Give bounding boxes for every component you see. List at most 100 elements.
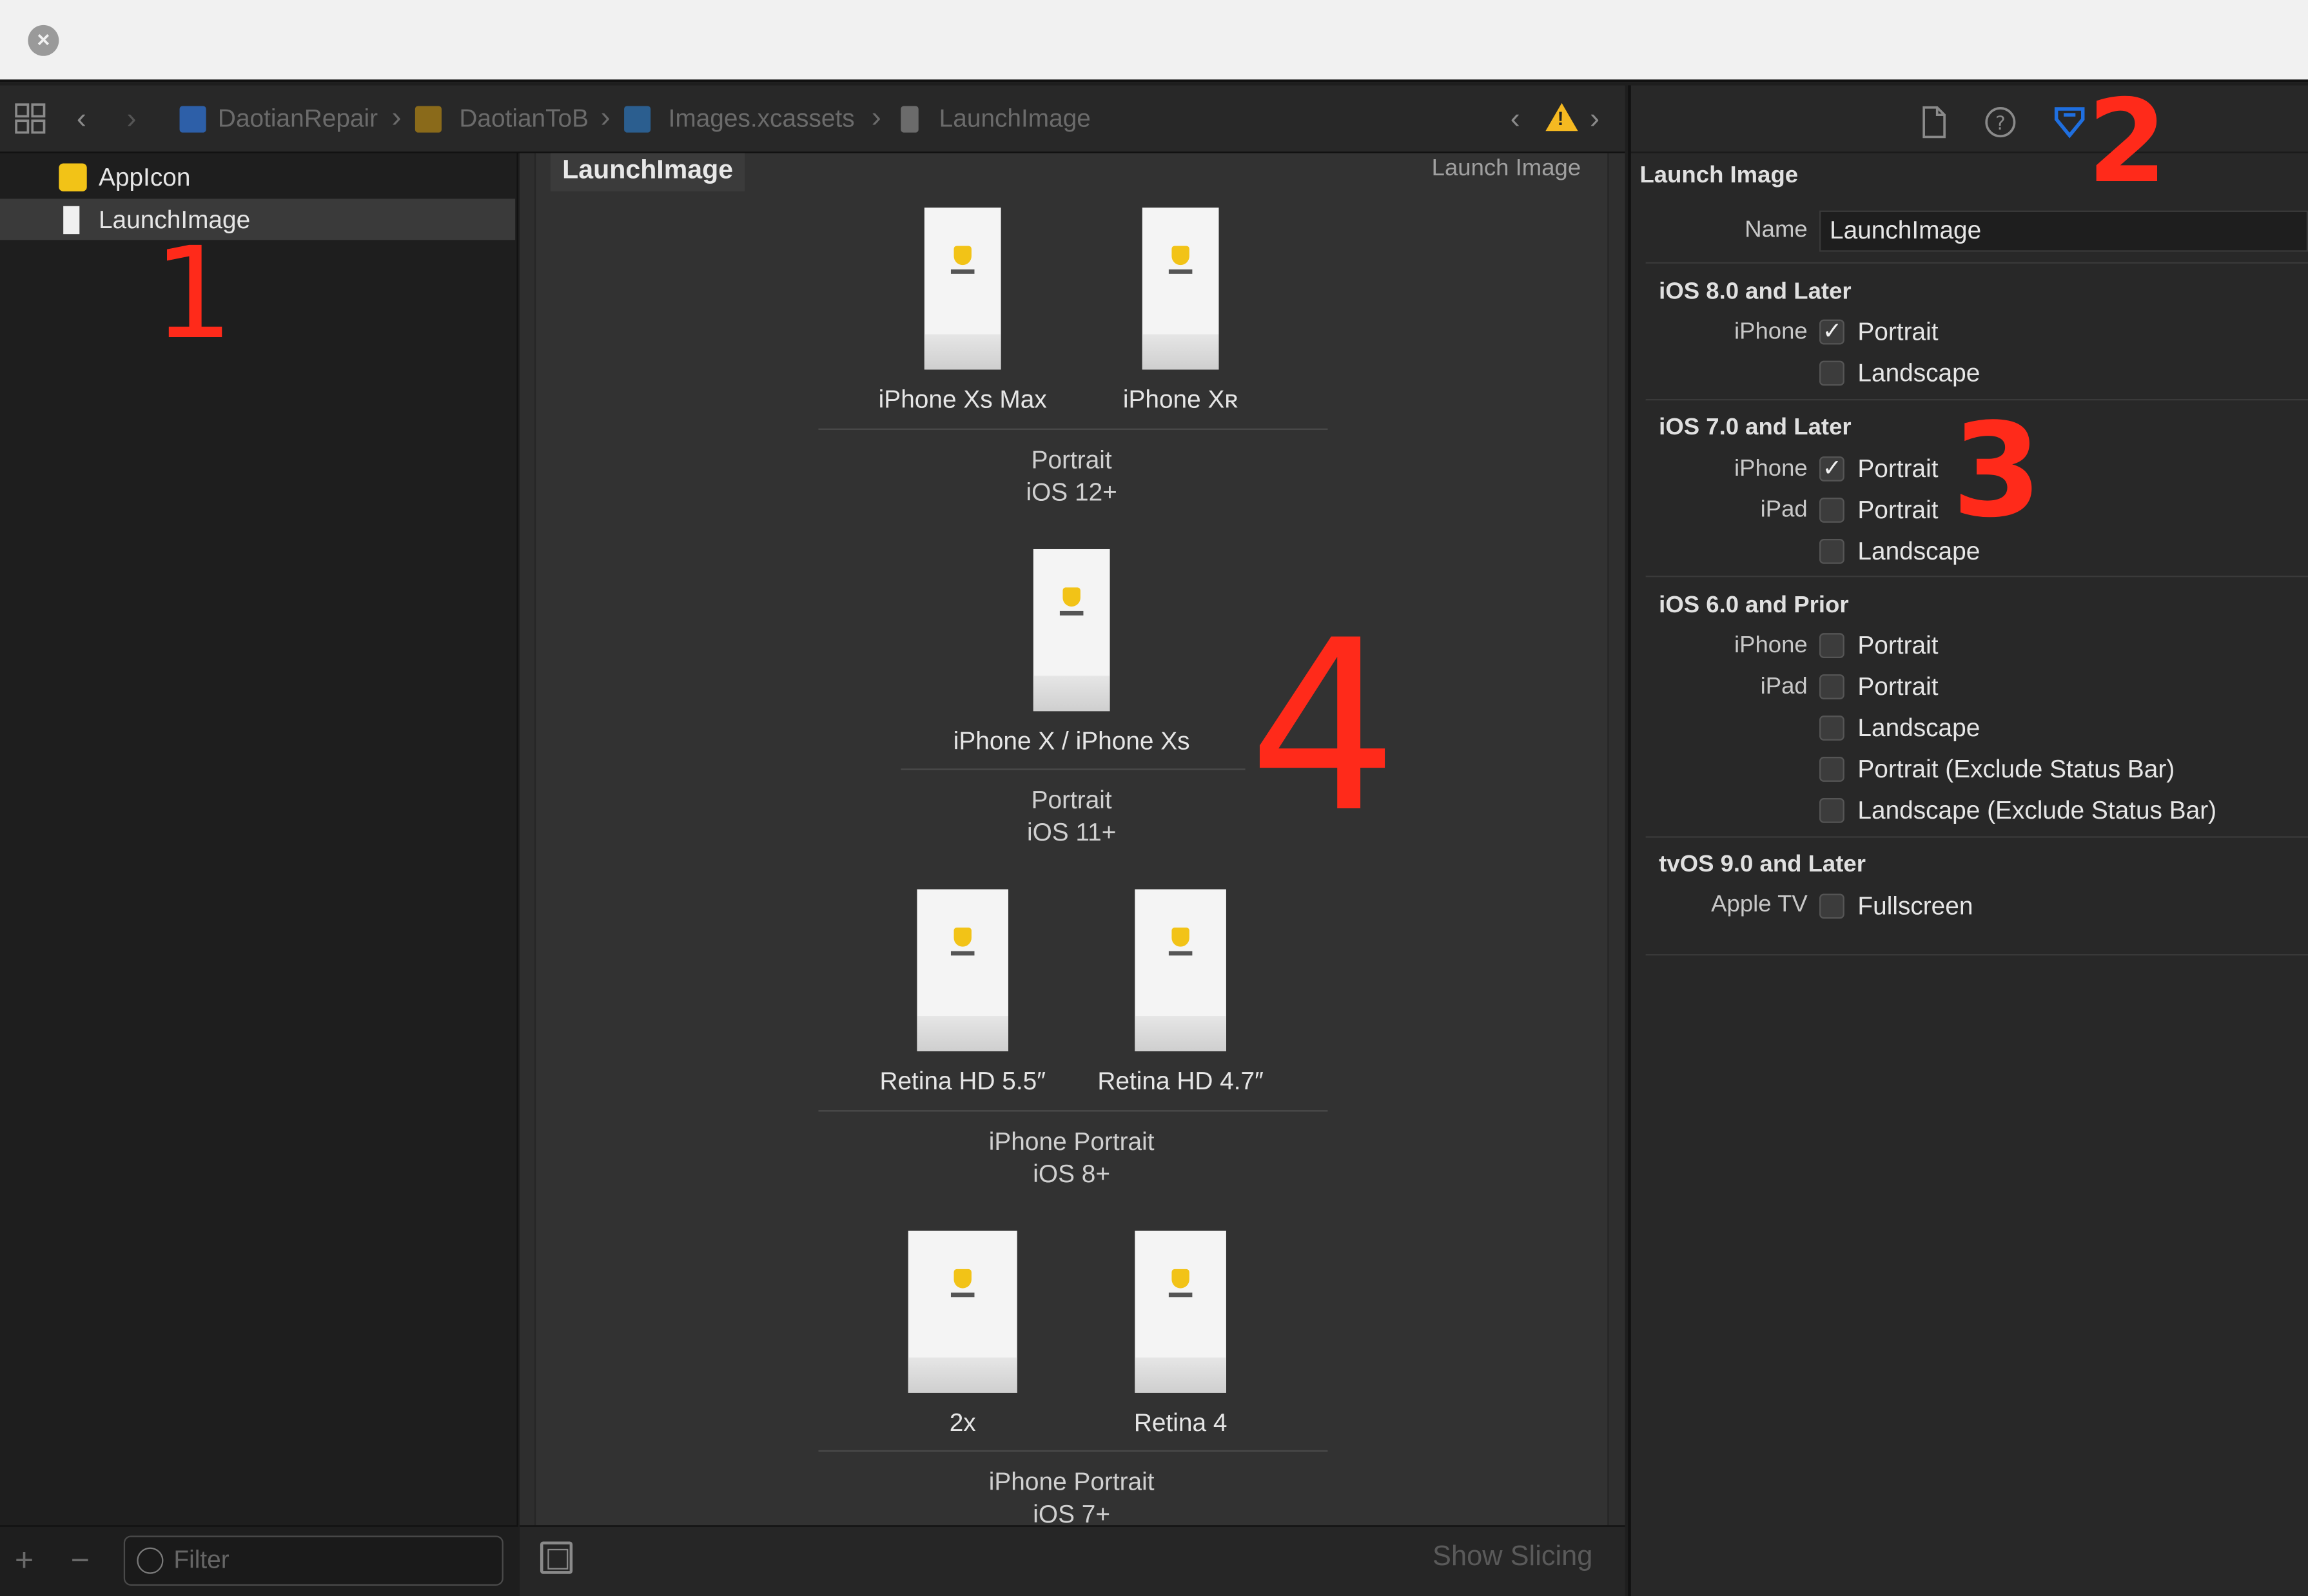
grid-icon[interactable] <box>15 103 47 143</box>
ios6-landscape-exclude-status-bar-checkbox[interactable] <box>1819 797 1844 823</box>
device-label: Apple TV <box>1711 892 1808 917</box>
group-label: iPhone Portrait iOS 7+ <box>988 1468 1155 1528</box>
option-label: Fullscreen <box>1857 892 1973 920</box>
slot-label: iPhone Xʀ <box>1122 385 1238 414</box>
breadcrumb-assets[interactable]: Images.xcassets <box>669 104 855 134</box>
ios6-landscape-checkbox[interactable] <box>1819 715 1844 741</box>
ios8-iphone-portrait-checkbox[interactable] <box>1819 316 1844 346</box>
slot-label: Retina HD 4.7″ <box>1097 1067 1264 1096</box>
name-label: Name <box>1745 218 1808 243</box>
device-label: iPhone <box>1734 633 1808 658</box>
attributes-icon[interactable] <box>2052 106 2085 139</box>
section-title: iOS 6.0 and Prior <box>1659 593 1849 619</box>
attributes-inspector: ? <box>1628 85 2308 1596</box>
window-title-bar: × <box>0 0 2308 83</box>
asset-navigator: AppIcon LaunchImage + − Filter <box>0 153 518 1596</box>
ios8-landscape-checkbox[interactable] <box>1819 360 1844 386</box>
name-field[interactable]: LaunchImage <box>1819 210 2308 252</box>
help-icon[interactable]: ? <box>1984 106 2016 138</box>
image-slot-retina-hd-5-5[interactable] <box>917 889 1008 1051</box>
slot-label: Retina 4 <box>1133 1408 1227 1437</box>
slot-label: Retina HD 5.5″ <box>879 1067 1046 1096</box>
filter-icon <box>137 1547 164 1574</box>
slices-icon[interactable] <box>540 1541 573 1574</box>
filter-field[interactable]: Filter <box>123 1535 504 1586</box>
back-icon[interactable]: ‹ <box>77 103 86 135</box>
option-label: Landscape (Exclude Status Bar) <box>1857 796 2217 825</box>
breadcrumb-separator: › <box>391 101 402 134</box>
previous-issue-icon[interactable]: ‹ <box>1511 103 1520 135</box>
ios6-portrait-exclude-status-bar-checkbox[interactable] <box>1819 757 1844 782</box>
image-slot-iphone-x[interactable] <box>1033 549 1110 712</box>
device-label: iPad <box>1760 674 1808 699</box>
group-label: iPhone Portrait iOS 8+ <box>988 1127 1155 1189</box>
asset-catalog-icon <box>624 106 651 133</box>
show-slicing-button[interactable]: Show Slicing <box>1433 1541 1592 1573</box>
option-label: Portrait <box>1857 631 1939 660</box>
image-slot-iphone-xr[interactable] <box>1142 208 1219 370</box>
add-icon[interactable]: + <box>15 1541 34 1579</box>
option-label: Landscape <box>1857 714 1980 743</box>
next-issue-icon[interactable]: › <box>1590 103 1599 135</box>
breadcrumb-folder[interactable]: DaotianToB <box>459 104 589 134</box>
nav-item-appicon[interactable]: AppIcon <box>0 156 515 197</box>
section-divider <box>1645 954 2308 956</box>
launch-image-icon <box>901 106 919 133</box>
ios7-ipad-portrait-checkbox[interactable] <box>1819 498 1844 523</box>
group-divider <box>818 428 1328 430</box>
app-icon-icon <box>59 163 87 191</box>
image-set-type: Launch Image <box>1431 156 1581 181</box>
section-divider <box>1645 576 2308 578</box>
project-file-icon <box>179 106 206 133</box>
option-label: Portrait <box>1857 496 1939 525</box>
svg-text:?: ? <box>1995 112 2006 134</box>
nav-item-label: AppIcon <box>98 163 191 191</box>
image-set-canvas: LaunchImage Launch Image iPhone Xs Max i… <box>534 153 1609 1528</box>
section-title: tvOS 9.0 and Later <box>1659 852 1866 878</box>
slot-label: iPhone Xs Max <box>878 385 1047 414</box>
device-label: iPad <box>1760 498 1808 523</box>
nav-item-launchimage[interactable]: LaunchImage <box>0 199 516 240</box>
option-label: Portrait <box>1857 318 1939 346</box>
image-slot-iphone-xs-max[interactable] <box>924 208 1001 370</box>
annotation-3: 3 <box>1951 394 2042 547</box>
launch-image-icon <box>63 206 80 235</box>
inspector-tabs: ? <box>1630 85 2308 153</box>
file-icon[interactable] <box>1919 106 1949 139</box>
group-divider <box>901 768 1246 770</box>
warning-mark: ! <box>1557 107 1564 130</box>
folder-icon <box>415 106 442 133</box>
ios6-iphone-portrait-checkbox[interactable] <box>1819 633 1844 658</box>
option-label: Portrait <box>1857 454 1939 483</box>
option-label: Portrait <box>1857 672 1939 701</box>
navigator-footer: + − Filter <box>0 1525 518 1596</box>
group-label: Portrait iOS 11+ <box>1026 786 1117 847</box>
tvos-fullscreen-checkbox[interactable] <box>1819 893 1844 919</box>
section-divider <box>1645 262 2308 264</box>
image-slot-retina-hd-4-7[interactable] <box>1135 889 1226 1051</box>
ios6-ipad-portrait-checkbox[interactable] <box>1819 674 1844 699</box>
image-set-name: LaunchImage <box>550 153 745 191</box>
image-slot-retina-4[interactable] <box>1135 1231 1226 1393</box>
forward-icon[interactable]: › <box>126 103 136 135</box>
close-icon[interactable]: × <box>28 24 59 56</box>
ios7-iphone-portrait-checkbox[interactable] <box>1819 454 1844 483</box>
section-divider <box>1645 836 2308 838</box>
section-title: iOS 8.0 and Later <box>1659 279 1852 305</box>
group-label: Portrait iOS 12+ <box>1026 446 1117 507</box>
filter-placeholder: Filter <box>173 1546 230 1574</box>
group-divider <box>818 1450 1328 1452</box>
jump-bar: ‹ › DaotianRepair › DaotianToB › Images.… <box>0 85 1625 153</box>
image-slot-2x[interactable] <box>908 1231 1017 1393</box>
breadcrumb-separator: › <box>871 101 881 134</box>
inspector-title: Launch Image <box>1639 163 1799 189</box>
option-label: Landscape <box>1857 359 1980 387</box>
remove-icon[interactable]: − <box>71 1541 90 1579</box>
breadcrumb-project[interactable]: DaotianRepair <box>218 104 378 134</box>
annotation-2: 2 <box>2087 76 2167 209</box>
breadcrumb-launchimage[interactable]: LaunchImage <box>939 104 1091 134</box>
slot-label: iPhone X / iPhone Xs <box>953 727 1190 755</box>
ios7-landscape-checkbox[interactable] <box>1819 538 1844 564</box>
group-divider <box>818 1110 1328 1112</box>
section-title: iOS 7.0 and Later <box>1659 415 1852 440</box>
